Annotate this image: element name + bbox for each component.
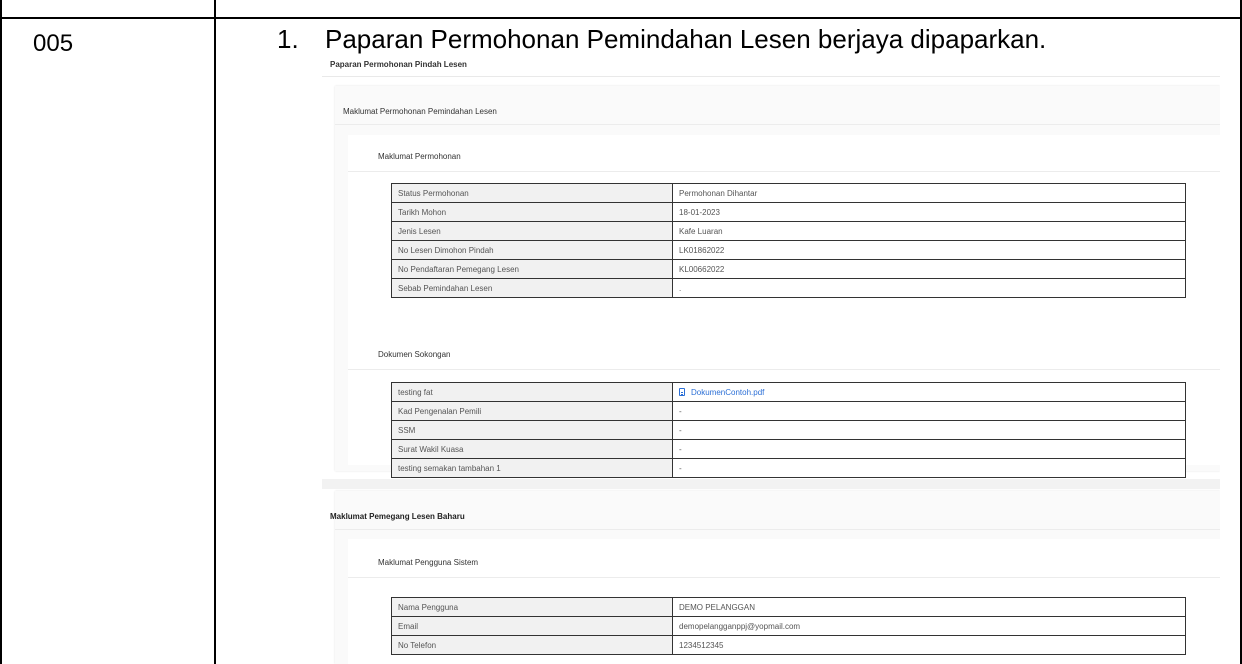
table-row: Sebab Pemindahan Lesen.	[391, 278, 1186, 298]
section-title: Maklumat Pengguna Sistem	[378, 558, 479, 567]
row-label: Sebab Pemindahan Lesen	[391, 278, 673, 298]
row-value: demopelangganppj@yopmail.com	[672, 616, 1186, 636]
row-value: -	[672, 420, 1186, 440]
section-divider	[348, 577, 1220, 578]
row-value: Permohonan Dihantar	[672, 183, 1186, 203]
table-row: Tarikh Mohon 18-01-2023	[391, 202, 1186, 222]
row-value: -	[672, 401, 1186, 421]
row-label: No Pendaftaran Pemegang Lesen	[391, 259, 673, 279]
row-label: testing semakan tambahan 1	[391, 458, 673, 478]
step-number: 1.	[277, 24, 299, 54]
row-value: Kafe Luaran	[672, 221, 1186, 241]
step-description: 1. Paparan Permohonan Pemindahan Lesen be…	[277, 24, 1046, 55]
row-label: Tarikh Mohon	[391, 202, 673, 222]
row-label: Nama Pengguna	[391, 597, 673, 617]
row-label: Jenis Lesen	[391, 221, 673, 241]
table-top-border	[0, 17, 1242, 19]
section-title: Dokumen Sokongan	[378, 350, 451, 359]
table-row: No Telefon 1234512345	[391, 635, 1186, 655]
title-divider	[322, 76, 1220, 77]
card-title: Maklumat Permohonan Pemindahan Lesen	[343, 107, 497, 116]
table-row: testing fat DokumenContoh.pdf	[391, 382, 1186, 402]
table-row: Nama Pengguna DEMO PELANGGAN	[391, 597, 1186, 617]
card-title: Maklumat Pemegang Lesen Baharu	[330, 512, 465, 521]
row-label: SSM	[391, 420, 673, 440]
step-text: Paparan Permohonan Pemindahan Lesen berj…	[325, 24, 1047, 54]
table-row: Status Permohonan Permohonan Dihantar	[391, 183, 1186, 203]
row-value: LK01862022	[672, 240, 1186, 260]
row-label: No Telefon	[391, 635, 673, 655]
row-label: Status Permohonan	[391, 183, 673, 203]
section-divider	[348, 171, 1220, 172]
row-value: .	[672, 278, 1186, 298]
case-id: 005	[33, 30, 74, 57]
application-info-card: Maklumat Permohonan Pemindahan Lesen Mak…	[335, 86, 1220, 478]
application-details-table: Status Permohonan Permohonan Dihantar Tar…	[391, 183, 1186, 298]
table-row: Surat Wakil Kuasa -	[391, 439, 1186, 459]
row-value: DEMO PELANGGAN	[672, 597, 1186, 617]
column-divider	[214, 0, 216, 664]
row-value: KL00662022	[672, 259, 1186, 279]
row-label: Email	[391, 616, 673, 636]
row-value: -	[672, 458, 1186, 478]
table-row: No Lesen Dimohon Pindah LK01862022	[391, 240, 1186, 260]
section-gap	[322, 479, 1220, 489]
system-user-panel: Maklumat Pengguna Sistem Nama Pengguna DE…	[348, 539, 1220, 664]
row-label: Surat Wakil Kuasa	[391, 439, 673, 459]
section-divider	[348, 369, 1220, 370]
row-value: DokumenContoh.pdf	[672, 382, 1186, 402]
document-link[interactable]: DokumenContoh.pdf	[691, 388, 764, 397]
table-row: Kad Pengenalan Pemili -	[391, 401, 1186, 421]
table-row: testing semakan tambahan 1-	[391, 458, 1186, 478]
table-row: No Pendaftaran Pemegang Lesen KL00662022	[391, 259, 1186, 279]
embedded-screenshot: Paparan Permohonan Pindah Lesen Maklumat…	[322, 56, 1220, 664]
row-value: -	[672, 439, 1186, 459]
system-user-table: Nama Pengguna DEMO PELANGGAN Email demopel…	[391, 597, 1186, 655]
new-licensee-card: Maklumat Pemegang Lesen Baharu Maklumat …	[330, 491, 1220, 664]
row-value: 18-01-2023	[672, 202, 1186, 222]
card-title-divider	[335, 529, 1220, 530]
row-label: No Lesen Dimohon Pindah	[391, 240, 673, 260]
table-row: Email demopelangganppj@yopmail.com	[391, 616, 1186, 636]
file-icon	[679, 387, 685, 396]
table-row: Jenis Lesen Kafe Luaran	[391, 221, 1186, 241]
section-title: Maklumat Permohonan	[378, 152, 461, 161]
application-details-panel: Maklumat Permohonan Status Permohonan Per…	[348, 135, 1220, 478]
row-value: 1234512345	[672, 635, 1186, 655]
supporting-documents-table: testing fat DokumenContoh.pdf Kad Pengena…	[391, 382, 1186, 478]
row-label: testing fat	[391, 382, 673, 402]
page-title: Paparan Permohonan Pindah Lesen	[330, 60, 467, 69]
row-label: Kad Pengenalan Pemili	[391, 401, 673, 421]
card-title-divider	[335, 124, 1220, 125]
table-row: SSM -	[391, 420, 1186, 440]
